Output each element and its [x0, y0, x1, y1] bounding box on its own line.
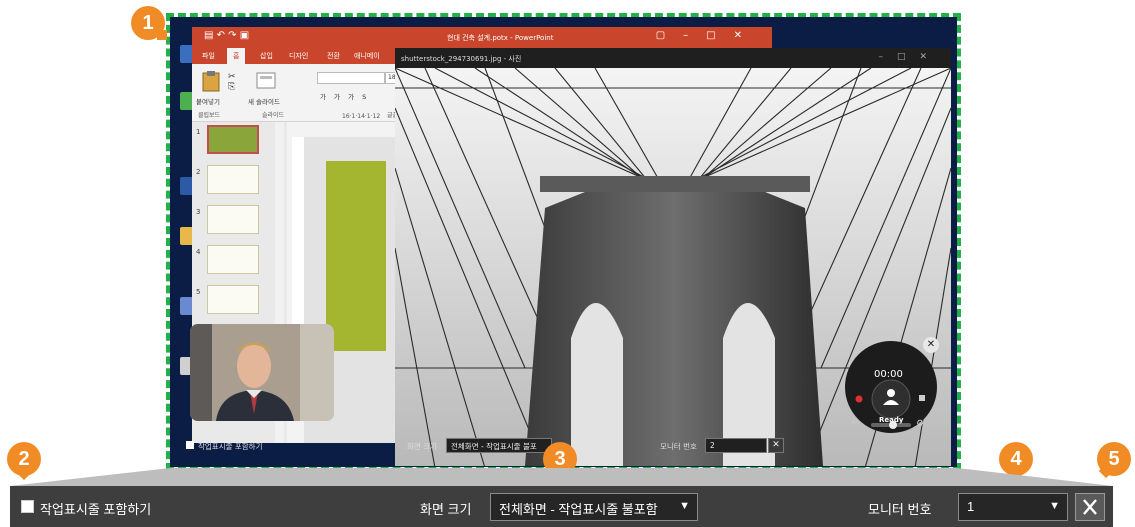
new-slide-label[interactable]: 새 슬라이드 — [248, 96, 280, 106]
quick-access-icons[interactable]: ▤ ↶ ↷ ▣ — [204, 30, 249, 41]
monitor-number-value: 1 — [967, 499, 975, 514]
slide-thumbnail[interactable] — [207, 245, 259, 274]
monitor-number-label: 모니터 번호 — [868, 502, 932, 517]
inner-monitor-select[interactable]: 2 — [705, 438, 767, 453]
font-style-buttons[interactable]: 가 가 가 S — [320, 91, 369, 101]
group-clipboard-label: 클립보드 — [198, 112, 221, 119]
webcam-person-image — [190, 324, 334, 421]
powerpoint-titlebar: ▤ ↶ ↷ ▣ 현대 건축 설계.potx - PowerPoint ▢–□✕ — [192, 27, 772, 48]
screen-size-select[interactable]: 전체화면 - 작업표시줄 불포함 ▼ — [490, 493, 698, 521]
slide-number: 4 — [196, 248, 201, 256]
inner-include-taskbar-checkbox[interactable] — [186, 441, 194, 449]
slide-number: 3 — [196, 208, 201, 216]
window-controls[interactable]: ▢–□✕ — [656, 30, 760, 41]
window-controls[interactable]: –□✕ — [878, 52, 941, 62]
recorder-close-icon[interactable]: ✕ — [923, 337, 939, 353]
cam-toggle[interactable]: on — [852, 419, 859, 426]
tab-file[interactable]: 파일 — [202, 51, 215, 61]
tab-design[interactable]: 디자인 — [289, 51, 308, 61]
inner-close-button[interactable]: ✕ — [768, 438, 784, 453]
tab-animations[interactable]: 애니메이 — [354, 51, 380, 61]
toolbar-connector — [10, 468, 1113, 486]
slide-thumbnail[interactable] — [207, 285, 259, 314]
recorder-widget[interactable]: 00:00 Ready on ⚙ — [845, 341, 937, 433]
current-slide[interactable] — [326, 161, 386, 351]
screen-size-value: 전체화면 - 작업표시줄 불포함 — [499, 502, 658, 517]
monitor-number-select[interactable]: 1 ▼ — [958, 493, 1068, 521]
photo-viewer-title: shutterstock_294730691.jpg - 사진 — [401, 55, 522, 63]
photo-viewer-titlebar: shutterstock_294730691.jpg - 사진 –□✕ — [395, 48, 951, 68]
close-icon — [1083, 499, 1097, 515]
recorder-timer: 00:00 — [874, 369, 903, 380]
slide-number: 5 — [196, 288, 201, 296]
tab-home[interactable]: 홈 — [227, 48, 246, 64]
tutorial-screenshot: ▤ ↶ ↷ ▣ 현대 건축 설계.potx - PowerPoint ▢–□✕ … — [0, 0, 1135, 527]
slide-number: 1 — [196, 128, 201, 136]
chevron-down-icon: ▼ — [1049, 500, 1060, 512]
callout-marker-1: 1 — [131, 6, 167, 40]
inner-screen-size-select[interactable]: 전체화면 - 작업표시줄 불포 — [446, 438, 552, 453]
webcam-overlay[interactable] — [190, 324, 334, 421]
tab-transitions[interactable]: 전환 — [327, 51, 340, 61]
inner-monitor-label: 모니터 번호 — [660, 442, 697, 451]
font-family-select[interactable] — [317, 72, 385, 84]
tab-insert[interactable]: 삽입 — [260, 51, 273, 61]
slide-number: 2 — [196, 168, 201, 176]
include-taskbar-checkbox[interactable] — [21, 500, 34, 513]
close-button[interactable] — [1075, 493, 1105, 521]
paste-icon[interactable] — [200, 70, 222, 92]
chevron-down-icon: ▼ — [679, 500, 690, 512]
captured-desktop: ▤ ↶ ↷ ▣ 현대 건축 설계.potx - PowerPoint ▢–□✕ … — [170, 17, 957, 467]
cut-copy-icons[interactable]: ✂ ⎘ — [228, 72, 236, 92]
slide-thumbnail[interactable] — [207, 205, 259, 234]
capture-settings-toolbar: 작업표시줄 포함하기 화면 크기 전체화면 - 작업표시줄 불포함 ▼ 모니터 … — [10, 486, 1113, 527]
inner-include-taskbar-label: 작업표시줄 포함하기 — [198, 442, 263, 451]
powerpoint-title: 현대 건축 설계.potx - PowerPoint — [447, 34, 554, 42]
group-slides-label: 슬라이드 — [262, 112, 285, 119]
horizontal-ruler: 16·1·14·1·12 — [342, 113, 381, 120]
screen-size-label: 화면 크기 — [420, 502, 472, 517]
paste-label[interactable]: 붙여넣기 — [196, 96, 220, 106]
recorder-status: Ready — [879, 416, 904, 424]
inner-screen-size-label: 화면 크기 — [407, 442, 437, 451]
slide-thumbnail[interactable] — [207, 165, 259, 194]
include-taskbar-label: 작업표시줄 포함하기 — [40, 502, 152, 517]
gear-icon[interactable]: ⚙ — [916, 419, 924, 429]
slide-thumbnail[interactable] — [207, 125, 259, 154]
new-slide-icon[interactable] — [255, 70, 277, 92]
